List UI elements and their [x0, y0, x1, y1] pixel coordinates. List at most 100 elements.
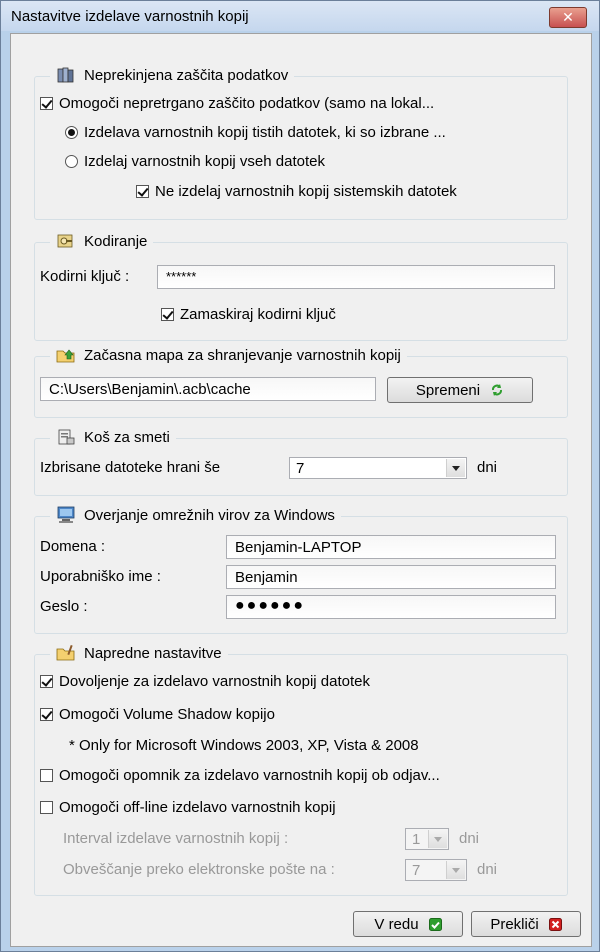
change-folder-button[interactable]: Spremeni — [387, 377, 533, 403]
group-advanced: Napredne nastavitve Dovoljenje za izdela… — [34, 644, 568, 896]
vss-note: * Only for Microsoft Windows 2003, XP, V… — [69, 737, 419, 754]
dialog-window: Nastavitve izdelave varnostnih kopij ✕ N… — [0, 0, 600, 952]
cancel-button[interactable]: Prekliči — [471, 911, 581, 937]
password-label-row: Geslo : — [40, 598, 88, 615]
encryption-key-label: Kodirni ključ : — [40, 268, 130, 285]
group-title-advanced: Napredne nastavitve — [50, 644, 228, 662]
radio-dot[interactable] — [65, 126, 78, 139]
checkbox-box[interactable] — [40, 801, 53, 814]
group-recycle-bin: Koš za smeti Izbrisane datoteke hrani še… — [34, 428, 568, 496]
checkbox-box[interactable] — [40, 675, 53, 688]
group-network-auth: Overjanje omrežnih virov za Windows Dome… — [34, 506, 568, 634]
checkbox-box[interactable] — [136, 185, 149, 198]
allow-backup-checkbox[interactable]: Dovoljenje za izdelavo varnostnih kopij … — [40, 673, 370, 690]
username-label: Uporabniško ime : — [40, 568, 161, 585]
user-label-row: Uporabniško ime : — [40, 568, 161, 585]
radio-selected-label: Izdelava varnostnih kopij tistih datotek… — [84, 124, 446, 141]
vss-note-row: * Only for Microsoft Windows 2003, XP, V… — [69, 737, 419, 754]
interval-unit-row: dni — [459, 830, 479, 847]
dropdown-arrow-icon[interactable] — [446, 861, 465, 879]
password-label: Geslo : — [40, 598, 88, 615]
interval-value: 1 — [412, 831, 421, 848]
advanced-title: Napredne nastavitve — [84, 644, 222, 662]
encryption-title: Kodiranje — [84, 232, 148, 250]
radio-all-files[interactable]: Izdelaj varnostnih kopij vseh datotek — [65, 153, 325, 170]
radio-selected-files[interactable]: Izdelava varnostnih kopij tistih datotek… — [65, 124, 446, 141]
radio-dot[interactable] — [65, 155, 78, 168]
check-icon — [428, 917, 442, 931]
interval-unit: dni — [459, 830, 480, 847]
enable-continuous-checkbox[interactable]: Omogoči nepretrgano zaščito podatkov (sa… — [40, 95, 434, 112]
checkbox-box[interactable] — [40, 97, 53, 110]
domain-label-row: Domena : — [40, 538, 105, 555]
checkbox-box[interactable] — [40, 769, 53, 782]
ok-label: V redu — [374, 915, 419, 933]
group-title-temp: Začasna mapa za shranjevanje varnostnih … — [50, 346, 407, 364]
email-notify-value: 7 — [412, 862, 421, 879]
logoff-reminder-label: Omogoči opomnik za izdelavo varnostnih k… — [59, 767, 440, 784]
recycle-bin-icon — [58, 429, 75, 445]
offline-backup-label: Omogoči off-line izdelavo varnostnih kop… — [59, 799, 336, 816]
logoff-reminder-checkbox[interactable]: Omogoči opomnik za izdelavo varnostnih k… — [40, 767, 440, 784]
change-folder-label: Spremeni — [415, 381, 481, 399]
interval-label: Interval izdelave varnostnih kopij : — [63, 830, 289, 847]
key-label-row: Kodirni ključ : — [40, 268, 129, 285]
email-label-row: Obveščanje preko elektronske pošte na : — [63, 861, 335, 878]
allow-backup-label: Dovoljenje za izdelavo varnostnih kopij … — [59, 673, 371, 690]
enable-continuous-label: Omogoči nepretrgano zaščito podatkov (sa… — [59, 95, 435, 112]
dropdown-arrow-icon[interactable] — [446, 459, 465, 477]
vss-checkbox[interactable]: Omogoči Volume Shadow kopijo — [40, 706, 275, 723]
dropdown-arrow-icon[interactable] — [428, 830, 447, 848]
mask-key-label: Zamaskiraj kodirni ključ — [180, 306, 336, 323]
email-notify-select[interactable]: 7 — [405, 859, 467, 881]
domain-label: Domena : — [40, 538, 106, 555]
recycle-title: Koš za smeti — [84, 428, 170, 446]
recycle-unit-row: dni — [477, 459, 497, 476]
email-notify-label: Obveščanje preko elektronske pošte na : — [63, 861, 335, 878]
email-notify-unit: dni — [477, 861, 498, 878]
refresh-icon — [492, 384, 503, 396]
folder-arrow-icon — [56, 349, 75, 363]
vss-label: Omogoči Volume Shadow kopijo — [59, 706, 275, 723]
mask-key-checkbox[interactable]: Zamaskiraj kodirni ključ — [161, 306, 336, 323]
interval-label-row: Interval izdelave varnostnih kopij : — [63, 830, 288, 847]
exclude-system-label: Ne izdelaj varnostnih kopij sistemskih d… — [155, 183, 457, 200]
cancel-x-icon — [548, 917, 562, 931]
username-input[interactable]: Benjamin — [226, 565, 556, 589]
continuous-title: Neprekinjena zaščita podatkov — [84, 66, 289, 84]
radio-all-label: Izdelaj varnostnih kopij vseh datotek — [84, 153, 325, 170]
group-title-continuous: Neprekinjena zaščita podatkov — [50, 66, 295, 84]
folder-tools-icon — [56, 644, 75, 661]
group-title-encryption: Kodiranje — [50, 232, 154, 250]
recycle-days-select[interactable]: 7 — [289, 457, 467, 479]
offline-backup-checkbox[interactable]: Omogoči off-line izdelavo varnostnih kop… — [40, 799, 336, 816]
key-icon — [57, 234, 73, 248]
checkbox-box[interactable] — [40, 708, 53, 721]
title-bar[interactable]: Nastavitve izdelave varnostnih kopij ✕ — [1, 1, 599, 31]
shield-books-icon — [57, 67, 74, 83]
temp-title: Začasna mapa za shranjevanje varnostnih … — [84, 346, 401, 364]
dialog-client: Neprekinjena zaščita podatkov Omogoči ne… — [10, 33, 592, 947]
encryption-key-input[interactable]: ****** — [157, 265, 555, 289]
ok-button[interactable]: V redu — [353, 911, 463, 937]
group-continuous-protection: Neprekinjena zaščita podatkov Omogoči ne… — [34, 66, 568, 220]
recycle-days-value: 7 — [296, 460, 305, 477]
recycle-label: Izbrisane datoteke hrani še — [40, 459, 221, 476]
group-title-network: Overjanje omrežnih virov za Windows — [50, 506, 341, 524]
interval-select[interactable]: 1 — [405, 828, 449, 850]
recycle-unit: dni — [477, 459, 498, 476]
close-button[interactable]: ✕ — [549, 7, 587, 28]
password-input[interactable]: ●●●●●● — [226, 595, 556, 619]
exclude-system-checkbox[interactable]: Ne izdelaj varnostnih kopij sistemskih d… — [136, 183, 457, 200]
group-encryption: Kodiranje Kodirni ključ : ****** Zamaski… — [34, 232, 568, 341]
email-unit-row: dni — [477, 861, 497, 878]
recycle-label-row: Izbrisane datoteke hrani še — [40, 459, 220, 476]
group-temp-folder: Začasna mapa za shranjevanje varnostnih … — [34, 346, 568, 418]
cancel-label: Prekliči — [490, 915, 539, 933]
checkbox-box[interactable] — [161, 308, 174, 321]
window-title: Nastavitve izdelave varnostnih kopij — [11, 8, 249, 25]
group-title-recycle: Koš za smeti — [50, 428, 176, 446]
computer-icon — [57, 506, 75, 523]
temp-path-input[interactable]: C:\Users\Benjamin\.acb\cache — [40, 377, 376, 401]
domain-input[interactable]: Benjamin-LAPTOP — [226, 535, 556, 559]
